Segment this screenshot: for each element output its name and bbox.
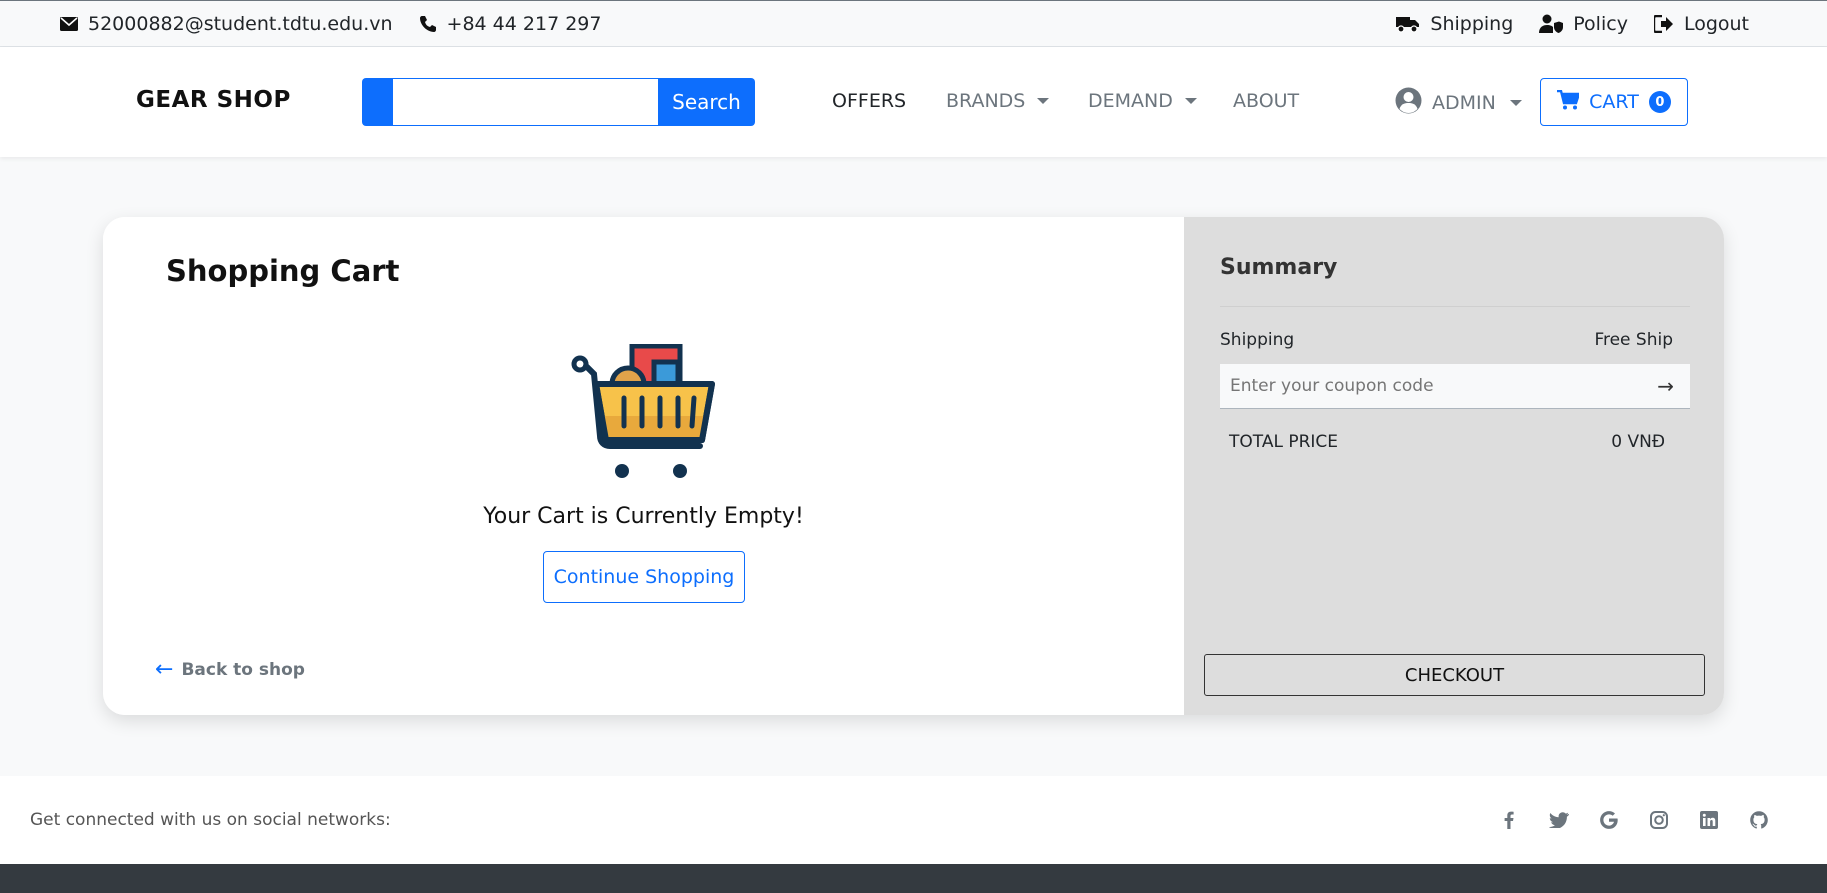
page-title: Shopping Cart [166, 254, 400, 288]
summary-title: Summary [1220, 255, 1338, 280]
brand-logo[interactable]: GEAR SHOP [136, 87, 291, 113]
arrow-right-icon[interactable]: → [1657, 374, 1680, 398]
nav-about-label: ABOUT [1233, 90, 1300, 112]
envelope-icon [60, 16, 78, 31]
shipping-label: Shipping [1220, 330, 1295, 350]
empty-cart-illustration [570, 343, 715, 482]
social-icons [1497, 808, 1771, 832]
search-button[interactable]: Search [658, 78, 755, 126]
email-contact: 52000882@student.tdtu.edu.vn [60, 13, 393, 35]
google-icon[interactable] [1597, 808, 1621, 832]
shipping-value: Free Ship [1594, 330, 1673, 350]
logout-label: Logout [1683, 12, 1749, 35]
social-text: Get connected with us on social networks… [30, 810, 391, 830]
total-label: TOTAL PRICE [1229, 432, 1339, 452]
user-shield-icon [1539, 14, 1564, 34]
summary-divider [1220, 306, 1690, 307]
nav-offers[interactable]: OFFERS [832, 90, 906, 112]
user-circle-icon [1395, 87, 1422, 119]
search-input[interactable] [393, 78, 658, 126]
cart-card: Shopping Cart Your Cart is Currently Emp… [103, 217, 1724, 715]
user-menu-dropdown[interactable]: ADMIN [1395, 87, 1522, 119]
nav-brands-dropdown[interactable]: BRANDS [946, 90, 1050, 112]
nav-offers-label: OFFERS [832, 90, 907, 112]
back-to-shop-label: Back to shop [181, 659, 305, 680]
coupon-input[interactable] [1230, 376, 1630, 396]
nav-demand-label: DEMAND [1088, 90, 1173, 112]
shipping-link[interactable]: Shipping [1396, 13, 1513, 35]
chevron-down-icon [1184, 98, 1197, 104]
back-to-shop-link[interactable]: ← Back to shop [155, 657, 305, 682]
nav-brands-label: BRANDS [946, 90, 1026, 112]
user-name: ADMIN [1432, 92, 1496, 114]
policy-label: Policy [1573, 12, 1628, 35]
email-text: 52000882@student.tdtu.edu.vn [88, 12, 393, 35]
logout-icon [1653, 14, 1674, 33]
cart-count-badge: 0 [1648, 91, 1671, 113]
cart-label: CART [1589, 91, 1639, 113]
truck-icon [1396, 15, 1420, 33]
chevron-down-icon [1037, 98, 1050, 104]
checkout-button[interactable]: CHECKOUT [1204, 654, 1705, 696]
main-navbar: GEAR SHOP Search OFFERS BRANDS DEMAND AB… [0, 47, 1827, 157]
footer-bar [0, 864, 1827, 893]
search-accent [362, 78, 393, 126]
empty-cart-message: Your Cart is Currently Empty! [483, 504, 804, 529]
search-form: Search [362, 78, 755, 126]
phone-icon [419, 15, 437, 33]
shipping-row: Shipping Free Ship [1220, 330, 1673, 350]
phone-text: +84 44 217 297 [446, 12, 602, 35]
instagram-icon[interactable] [1647, 808, 1671, 832]
nav-about[interactable]: ABOUT [1233, 90, 1299, 112]
github-icon[interactable] [1747, 808, 1771, 832]
shipping-label: Shipping [1430, 12, 1514, 35]
cart-pane: Shopping Cart Your Cart is Currently Emp… [103, 217, 1184, 715]
linkedin-icon[interactable] [1697, 808, 1721, 832]
shopping-cart-icon [1557, 89, 1581, 115]
nav-demand-dropdown[interactable]: DEMAND [1088, 90, 1197, 112]
summary-pane: Summary Shipping Free Ship → TOTAL PRICE… [1184, 217, 1724, 715]
twitter-icon[interactable] [1547, 808, 1571, 832]
social-strip: Get connected with us on social networks… [0, 776, 1827, 864]
facebook-icon[interactable] [1497, 808, 1521, 832]
coupon-form: → [1220, 364, 1690, 409]
logout-link[interactable]: Logout [1653, 12, 1749, 35]
total-value: 0 VNĐ [1611, 432, 1665, 452]
chevron-down-icon [1509, 100, 1522, 106]
phone-contact: +84 44 217 297 [419, 12, 602, 35]
contact-bar: 52000882@student.tdtu.edu.vn +84 44 217 … [0, 0, 1827, 47]
total-row: TOTAL PRICE 0 VNĐ [1229, 432, 1665, 452]
policy-link[interactable]: Policy [1539, 13, 1628, 35]
cart-button[interactable]: CART 0 [1540, 78, 1688, 126]
continue-shopping-button[interactable]: Continue Shopping [543, 551, 745, 603]
arrow-left-icon: ← [155, 657, 174, 682]
